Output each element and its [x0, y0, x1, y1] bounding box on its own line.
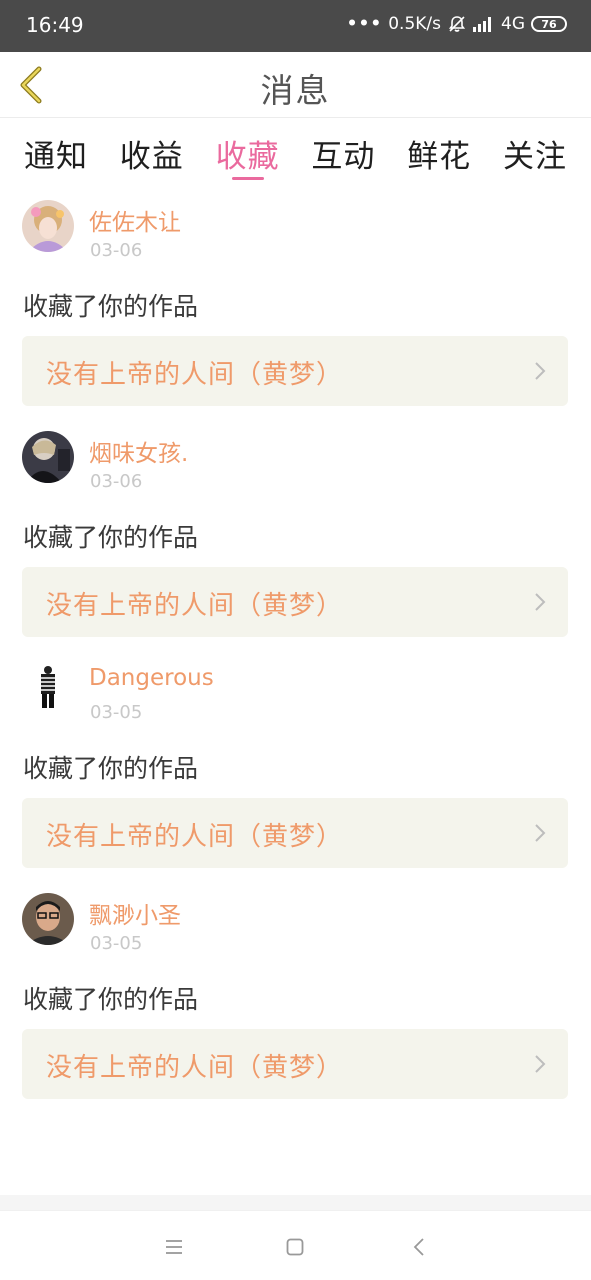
message-card: 飘渺小圣 03-05 收藏了你的作品 没有上帝的人间（黄梦）	[0, 883, 591, 1114]
tab-label: 收益	[119, 139, 184, 175]
work-link[interactable]: 没有上帝的人间（黄梦）	[22, 567, 568, 637]
system-nav-bar	[0, 1210, 591, 1280]
chevron-right-icon	[535, 1055, 546, 1073]
tab-label: 鲜花	[407, 139, 472, 175]
username[interactable]: 飘渺小圣	[89, 896, 181, 930]
tab-earnings[interactable]: 收益	[120, 118, 184, 190]
tab-favorites[interactable]: 收藏	[216, 118, 280, 190]
username[interactable]: Dangerous	[89, 665, 214, 691]
home-square-icon	[286, 1238, 304, 1256]
battery-icon: 76	[531, 16, 567, 32]
username[interactable]: 佐佐木让	[89, 203, 181, 237]
header: 消息	[0, 52, 591, 118]
tab-label: 互动	[311, 139, 376, 175]
action-text: 收藏了你的作品	[23, 985, 199, 1014]
menu-icon	[166, 1240, 182, 1254]
message-date: 03-06	[90, 240, 143, 261]
home-button[interactable]	[283, 1235, 307, 1259]
tab-label: 收藏	[215, 139, 280, 175]
network-type: 4G	[501, 14, 525, 34]
status-bar: 16:49 ••• 0.5K/s 4G 76	[0, 0, 591, 52]
network-speed: 0.5K/s	[388, 14, 441, 34]
avatar[interactable]	[22, 662, 74, 714]
message-card: Dangerous 03-05 收藏了你的作品 没有上帝的人间（黄梦）	[0, 652, 591, 883]
status-icons: ••• 0.5K/s 4G 76	[347, 14, 567, 34]
work-link[interactable]: 没有上帝的人间（黄梦）	[22, 336, 568, 406]
tab-interactions[interactable]: 互动	[311, 118, 375, 190]
work-title: 没有上帝的人间（黄梦）	[46, 360, 344, 390]
tab-flowers[interactable]: 鲜花	[407, 118, 471, 190]
work-link[interactable]: 没有上帝的人间（黄梦）	[22, 798, 568, 868]
action-text: 收藏了你的作品	[23, 523, 199, 552]
status-time: 16:49	[26, 13, 84, 37]
action-text: 收藏了你的作品	[23, 292, 199, 321]
message-card: 佐佐木让 03-06 收藏了你的作品 没有上帝的人间（黄梦）	[0, 190, 591, 421]
tab-follows[interactable]: 关注	[503, 118, 567, 190]
work-title: 没有上帝的人间（黄梦）	[46, 1053, 344, 1083]
system-back-button[interactable]	[407, 1235, 431, 1259]
tab-label: 通知	[24, 139, 88, 175]
avatar[interactable]	[22, 200, 74, 252]
message-date: 03-06	[90, 471, 143, 492]
signal-icon	[473, 16, 495, 32]
avatar[interactable]	[22, 893, 74, 945]
work-link[interactable]: 没有上帝的人间（黄梦）	[22, 1029, 568, 1099]
chevron-right-icon	[535, 593, 546, 611]
message-card: 烟味女孩. 03-06 收藏了你的作品 没有上帝的人间（黄梦）	[0, 421, 591, 652]
username[interactable]: 烟味女孩.	[89, 434, 188, 468]
message-list: 佐佐木让 03-06 收藏了你的作品 没有上帝的人间（黄梦） 烟味女孩. 03-…	[0, 190, 591, 1210]
tab-notifications[interactable]: 通知	[24, 118, 88, 190]
work-title: 没有上帝的人间（黄梦）	[46, 822, 344, 852]
back-triangle-icon	[413, 1238, 424, 1256]
avatar[interactable]	[22, 431, 74, 483]
message-date: 03-05	[90, 702, 143, 723]
battery-level: 76	[541, 17, 557, 31]
chevron-right-icon	[535, 824, 546, 842]
divider	[0, 1195, 591, 1210]
active-tab-indicator	[231, 177, 264, 180]
more-dots-icon: •••	[346, 14, 383, 34]
tab-bar: 通知 收益 收藏 互动 鲜花 关注	[0, 118, 591, 190]
tab-label: 关注	[502, 139, 567, 175]
work-title: 没有上帝的人间（黄梦）	[46, 591, 344, 621]
chevron-right-icon	[535, 362, 546, 380]
message-date: 03-05	[90, 933, 143, 954]
menu-button[interactable]	[162, 1235, 186, 1259]
action-text: 收藏了你的作品	[23, 754, 199, 783]
page-title: 消息	[260, 71, 331, 110]
mute-bell-icon	[447, 14, 467, 34]
